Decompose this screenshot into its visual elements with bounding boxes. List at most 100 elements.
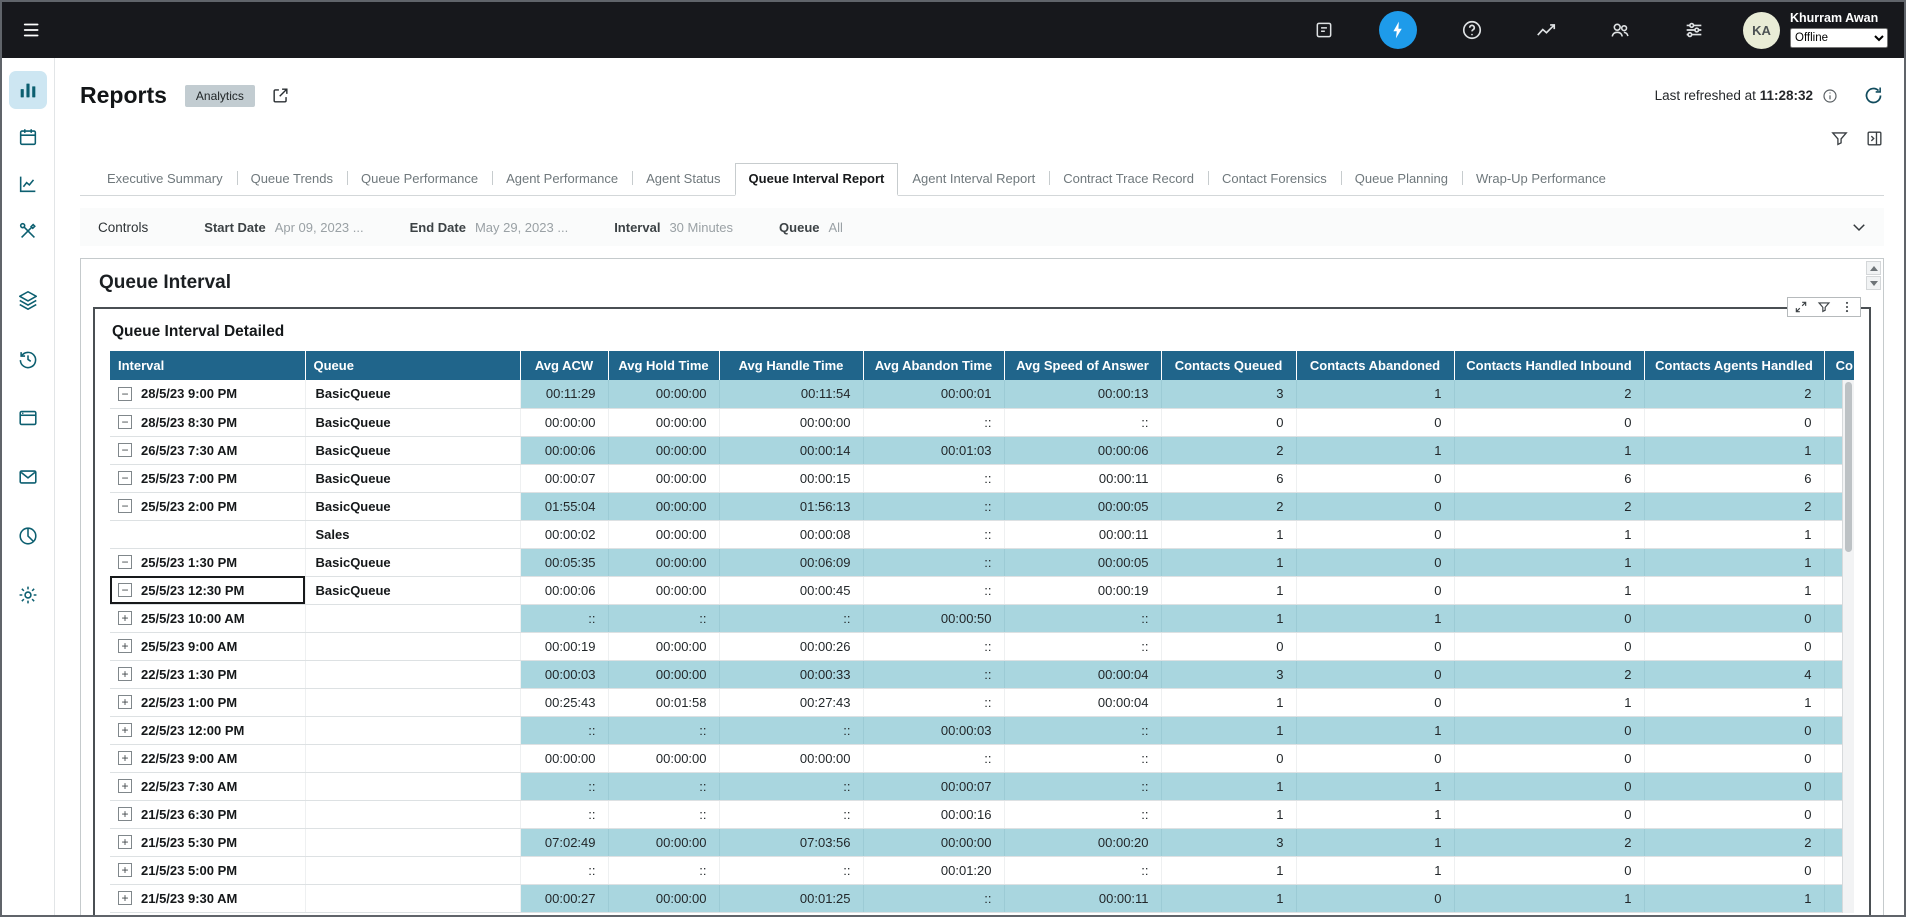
cell-queue[interactable]: BasicQueue: [305, 464, 520, 492]
cell-value[interactable]: ::: [520, 856, 608, 884]
cell-value[interactable]: ::: [520, 800, 608, 828]
control-start-date[interactable]: Start DateApr 09, 2023 ...: [204, 220, 363, 235]
cell-interval[interactable]: −28/5/23 8:30 PM: [110, 408, 305, 436]
cell-value[interactable]: 00:00:04: [1004, 688, 1161, 716]
cell-interval[interactable]: −26/5/23 7:30 AM: [110, 436, 305, 464]
cell-value[interactable]: 00:00:00: [520, 408, 608, 436]
cell-interval[interactable]: +21/5/23 5:00 PM: [110, 856, 305, 884]
cell-value[interactable]: 3: [1161, 828, 1296, 856]
cell-value[interactable]: 1: [1644, 520, 1824, 548]
cell-interval[interactable]: +22/5/23 7:30 AM: [110, 772, 305, 800]
cell-value[interactable]: 00:00:00: [608, 464, 719, 492]
cell-value[interactable]: 07:03:56: [719, 828, 863, 856]
cell-value[interactable]: 0: [1296, 576, 1454, 604]
cell-value[interactable]: 0: [1454, 800, 1644, 828]
cell-value[interactable]: 00:00:00: [863, 828, 1004, 856]
cell-value[interactable]: 00:25:43: [520, 688, 608, 716]
cell-value[interactable]: ::: [608, 856, 719, 884]
control-end-date[interactable]: End DateMay 29, 2023 ...: [410, 220, 569, 235]
cell-value[interactable]: 3: [1161, 660, 1296, 688]
cell-value[interactable]: 00:00:19: [1004, 576, 1161, 604]
cell-value[interactable]: 00:00:13: [1004, 380, 1161, 408]
cell-value[interactable]: 1: [1161, 576, 1296, 604]
cell-queue[interactable]: [305, 800, 520, 828]
cell-value[interactable]: 00:00:01: [863, 380, 1004, 408]
cell-interval[interactable]: +22/5/23 1:00 PM: [110, 688, 305, 716]
cell-value[interactable]: 0: [1454, 856, 1644, 884]
cell-value[interactable]: 00:00:00: [608, 828, 719, 856]
cell-value[interactable]: 00:00:11: [1004, 520, 1161, 548]
cell-value[interactable]: ::: [863, 576, 1004, 604]
cell-value[interactable]: 0: [1454, 604, 1644, 632]
cell-value[interactable]: 6: [1161, 464, 1296, 492]
expand-icon[interactable]: +: [118, 667, 132, 681]
cell-value[interactable]: 1: [1454, 576, 1644, 604]
cell-queue[interactable]: [305, 772, 520, 800]
cell-value[interactable]: ::: [719, 604, 863, 632]
sidebar-item-pie-chart[interactable]: [9, 517, 47, 555]
cell-value[interactable]: ::: [863, 884, 1004, 912]
cell-value[interactable]: 00:00:00: [608, 436, 719, 464]
expand-icon[interactable]: +: [118, 639, 132, 653]
tab-executive-summary[interactable]: Executive Summary: [93, 163, 237, 195]
cell-value[interactable]: 0: [1296, 688, 1454, 716]
col-contacts-handled-inbound[interactable]: Contacts Handled Inbound: [1454, 351, 1644, 380]
filter-icon[interactable]: [1830, 127, 1849, 149]
cell-value[interactable]: ::: [1004, 604, 1161, 632]
collapse-icon[interactable]: −: [118, 415, 132, 429]
cell-value[interactable]: 00:00:08: [719, 520, 863, 548]
cell-value[interactable]: 00:11:54: [719, 380, 863, 408]
cell-value[interactable]: 00:00:33: [719, 660, 863, 688]
sidebar-item-calendar[interactable]: [9, 118, 47, 156]
cell-queue[interactable]: [305, 604, 520, 632]
cell-queue[interactable]: BasicQueue: [305, 408, 520, 436]
cell-value[interactable]: 1: [1454, 688, 1644, 716]
cell-value[interactable]: 1: [1454, 436, 1644, 464]
cell-value[interactable]: 0: [1454, 408, 1644, 436]
col-avg-abandon-time[interactable]: Avg Abandon Time: [863, 351, 1004, 380]
cell-value[interactable]: 2: [1161, 436, 1296, 464]
cell-interval[interactable]: [110, 520, 305, 548]
cell-value[interactable]: 00:00:26: [719, 632, 863, 660]
cell-value[interactable]: 0: [1296, 520, 1454, 548]
cell-value[interactable]: ::: [608, 772, 719, 800]
col-co[interactable]: Co: [1824, 351, 1854, 380]
col-queue[interactable]: Queue: [305, 351, 520, 380]
cell-value[interactable]: 00:00:06: [1004, 436, 1161, 464]
people-button[interactable]: [1601, 11, 1639, 49]
cell-queue[interactable]: BasicQueue: [305, 436, 520, 464]
cell-value[interactable]: 6: [1644, 464, 1824, 492]
tab-wrap-up-performance[interactable]: Wrap-Up Performance: [1462, 163, 1620, 195]
cell-interval[interactable]: −25/5/23 2:00 PM: [110, 492, 305, 520]
sidebar-item-line-chart[interactable]: [9, 165, 47, 203]
cell-interval[interactable]: −25/5/23 12:30 PM: [110, 576, 305, 604]
cell-value[interactable]: 1: [1644, 548, 1824, 576]
cell-value[interactable]: 00:05:35: [520, 548, 608, 576]
cell-value[interactable]: 1: [1161, 772, 1296, 800]
cell-value[interactable]: 0: [1296, 408, 1454, 436]
cell-value[interactable]: 1: [1644, 688, 1824, 716]
cell-value[interactable]: 1: [1296, 604, 1454, 632]
cell-value[interactable]: 00:00:07: [520, 464, 608, 492]
cell-value[interactable]: ::: [608, 604, 719, 632]
cell-value[interactable]: 00:00:03: [863, 716, 1004, 744]
cell-value[interactable]: ::: [520, 604, 608, 632]
cell-value[interactable]: 00:01:58: [608, 688, 719, 716]
cell-value[interactable]: 0: [1644, 604, 1824, 632]
cell-interval[interactable]: −28/5/23 9:00 PM: [110, 380, 305, 408]
sidebar-item-bar-chart[interactable]: [9, 71, 47, 109]
cell-queue[interactable]: BasicQueue: [305, 380, 520, 408]
cell-value[interactable]: 00:00:05: [1004, 548, 1161, 576]
cell-value[interactable]: 00:00:04: [1004, 660, 1161, 688]
tab-queue-interval-report[interactable]: Queue Interval Report: [735, 163, 899, 196]
cell-value[interactable]: 00:00:15: [719, 464, 863, 492]
cell-value[interactable]: 1: [1644, 884, 1824, 912]
cell-value[interactable]: 00:00:00: [608, 492, 719, 520]
cell-value[interactable]: 00:00:00: [608, 380, 719, 408]
notepad-button[interactable]: [1305, 11, 1343, 49]
cell-value[interactable]: 00:00:02: [520, 520, 608, 548]
cell-queue[interactable]: BasicQueue: [305, 492, 520, 520]
more-options-button[interactable]: [1840, 300, 1854, 314]
cell-value[interactable]: 0: [1644, 772, 1824, 800]
cell-value[interactable]: 00:00:50: [863, 604, 1004, 632]
